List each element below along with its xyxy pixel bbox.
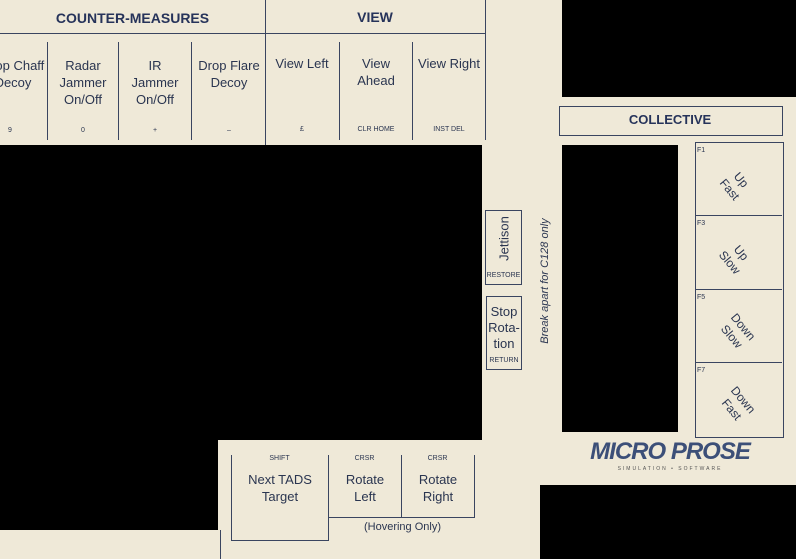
key-rotate-right[interactable]: Rotate Right <box>408 471 468 505</box>
key-code: 0 <box>81 127 85 134</box>
key-code: F5 <box>697 294 706 301</box>
key-ir-jammer[interactable]: IR Jammer On/Off <box>124 57 186 108</box>
key-view-left[interactable]: View Left <box>272 55 332 72</box>
hovering-note: (Hovering Only) <box>363 521 442 533</box>
key-view-right[interactable]: View Right <box>418 55 480 72</box>
key-code: F7 <box>697 367 706 374</box>
stop-rotation-label: Stop Rota- tion <box>488 304 520 351</box>
key-drop-chaff[interactable]: Drop Chaff Decoy <box>0 57 46 91</box>
jettison-label: Jettison <box>496 216 512 261</box>
key-code: CRSR <box>427 455 448 462</box>
view-title: VIEW <box>357 9 393 25</box>
cutout <box>562 145 678 432</box>
key-view-ahead[interactable]: View Ahead <box>345 55 407 89</box>
key-code: RETURN <box>489 357 519 364</box>
collective-title: COLLECTIVE <box>628 112 712 127</box>
key-code: 9 <box>8 127 12 134</box>
key-jettison[interactable]: Jettison RESTORE <box>485 210 522 285</box>
microprose-logo: MICRO PROSE SIMULATION • SOFTWARE <box>590 438 751 472</box>
key-code: – <box>227 127 231 134</box>
key-code: INST DEL <box>433 126 465 133</box>
cutout <box>540 485 796 559</box>
key-stop-rotation[interactable]: Stop Rota- tion RETURN <box>486 296 522 370</box>
key-code: + <box>152 127 158 134</box>
key-drop-flare[interactable]: Drop Flare Decoy <box>198 57 260 91</box>
key-code: F3 <box>697 220 706 227</box>
key-code: CLR HOME <box>357 126 395 133</box>
key-code: CRSR <box>354 455 375 462</box>
key-rotate-left[interactable]: Rotate Left <box>335 471 395 505</box>
break-apart-note: Break apart for C128 only <box>539 218 551 344</box>
key-code: F1 <box>697 147 706 154</box>
counter-measures-title: COUNTER-MEASURES <box>55 10 210 26</box>
key-radar-jammer[interactable]: Radar Jammer On/Off <box>52 57 114 108</box>
key-next-tads-target[interactable]: Next TADS Target <box>246 471 314 505</box>
key-code: RESTORE <box>486 272 521 279</box>
key-code: SHIFT <box>269 455 290 462</box>
key-code: £ <box>300 126 304 133</box>
bottom-left-strip <box>0 530 220 559</box>
